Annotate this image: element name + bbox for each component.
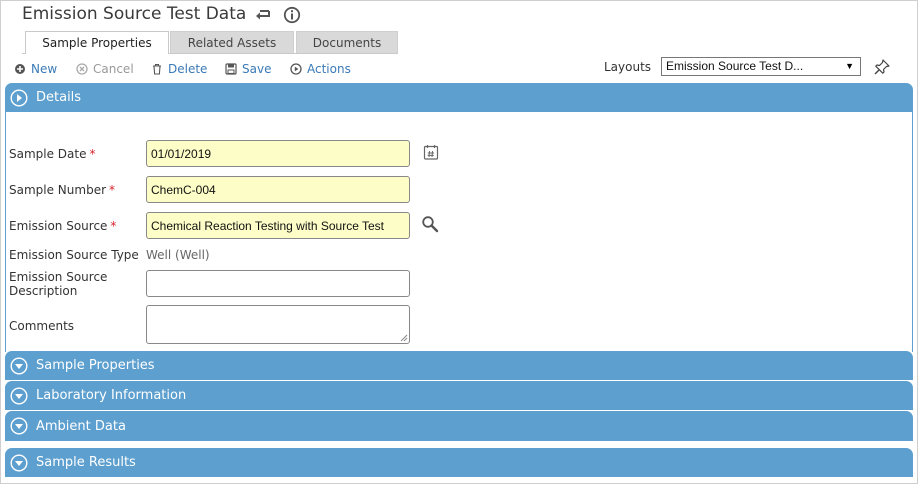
cancel-label: Cancel — [93, 62, 134, 76]
resize-handle-icon[interactable] — [400, 334, 408, 342]
actions-button[interactable]: Actions — [290, 60, 351, 78]
section-title: Sample Results — [36, 455, 136, 470]
layouts-selected-value: Emission Source Test D... — [666, 59, 804, 73]
label-text: Sample Number — [9, 183, 107, 197]
sample-date-label: Sample Date * — [9, 147, 96, 161]
comments-label: Comments — [9, 319, 75, 333]
label-line: Description — [9, 284, 78, 298]
new-label: New — [31, 62, 58, 76]
section-title: Details — [36, 90, 82, 105]
required-marker: * — [109, 183, 116, 197]
chevron-down-circle-icon — [10, 417, 28, 435]
emission-source-description-input[interactable] — [146, 270, 410, 297]
new-button[interactable]: New — [14, 60, 57, 78]
comments-textarea[interactable] — [146, 305, 410, 344]
emission-source-label: Emission Source * — [9, 219, 116, 233]
label-text: Emission Source — [9, 219, 108, 233]
layouts-label: Layouts — [604, 60, 652, 74]
sample-date-input[interactable]: 01/01/2019 — [146, 140, 410, 167]
cancel-circle-icon — [76, 63, 88, 75]
chevron-down-circle-icon — [10, 453, 28, 472]
label-text: Sample Date — [9, 147, 87, 161]
section-sample-properties-header[interactable]: Sample Properties — [5, 351, 913, 380]
chevron-down-circle-icon — [10, 356, 28, 375]
page-title: Emission Source Test Data — [22, 4, 247, 24]
details-body — [5, 112, 913, 352]
plus-circle-icon — [15, 64, 25, 74]
trash-icon — [153, 64, 161, 75]
save-icon — [225, 63, 237, 75]
calendar-icon[interactable] — [422, 143, 440, 161]
delete-label: Delete — [168, 62, 208, 76]
section-title: Laboratory Information — [36, 388, 187, 403]
cancel-button[interactable]: Cancel — [76, 60, 134, 78]
layouts-select[interactable]: Emission Source Test D... ▼ — [661, 57, 861, 76]
chevron-right-circle-icon — [10, 88, 28, 107]
undo-icon[interactable] — [254, 6, 272, 24]
dropdown-arrow-icon: ▼ — [845, 61, 854, 71]
emission-source-type-value: Well (Well) — [146, 248, 210, 262]
field-value: ChemC-004 — [151, 183, 216, 197]
pin-icon[interactable] — [873, 58, 891, 76]
delete-button[interactable]: Delete — [151, 60, 207, 78]
tab-related-assets[interactable]: Related Assets — [170, 31, 294, 53]
section-laboratory-information-header[interactable]: Laboratory Information — [5, 381, 913, 410]
section-sample-results-header[interactable]: Sample Results — [5, 448, 913, 477]
emission-source-input[interactable]: Chemical Reaction Testing with Source Te… — [146, 212, 410, 239]
search-icon[interactable] — [421, 215, 439, 233]
save-button[interactable]: Save — [225, 60, 271, 78]
chevron-down-circle-icon — [10, 386, 28, 405]
field-value: Chemical Reaction Testing with Source Te… — [151, 219, 385, 233]
required-marker: * — [110, 219, 117, 233]
info-icon[interactable] — [283, 6, 301, 24]
tab-label: Documents — [312, 35, 382, 50]
sample-number-input[interactable]: ChemC-004 — [146, 176, 410, 203]
section-details-header[interactable]: Details — [5, 83, 913, 112]
section-ambient-data-header[interactable]: Ambient Data — [5, 411, 913, 441]
section-title: Ambient Data — [36, 418, 126, 434]
emission-source-description-label: Emission Source Description — [9, 270, 107, 298]
required-marker: * — [89, 147, 96, 161]
field-value: 01/01/2019 — [151, 147, 212, 161]
actions-play-icon — [290, 63, 302, 75]
section-title: Sample Properties — [36, 358, 155, 373]
tab-label: Related Assets — [187, 35, 277, 50]
emission-source-type-label: Emission Source Type — [9, 248, 139, 262]
tab-sample-properties[interactable]: Sample Properties — [25, 31, 169, 54]
sample-number-label: Sample Number * — [9, 183, 115, 197]
tab-label: Sample Properties — [42, 36, 152, 50]
actions-label: Actions — [307, 62, 351, 76]
save-label: Save — [242, 62, 272, 76]
label-line: Emission Source — [9, 270, 108, 284]
tab-documents[interactable]: Documents — [296, 31, 398, 53]
